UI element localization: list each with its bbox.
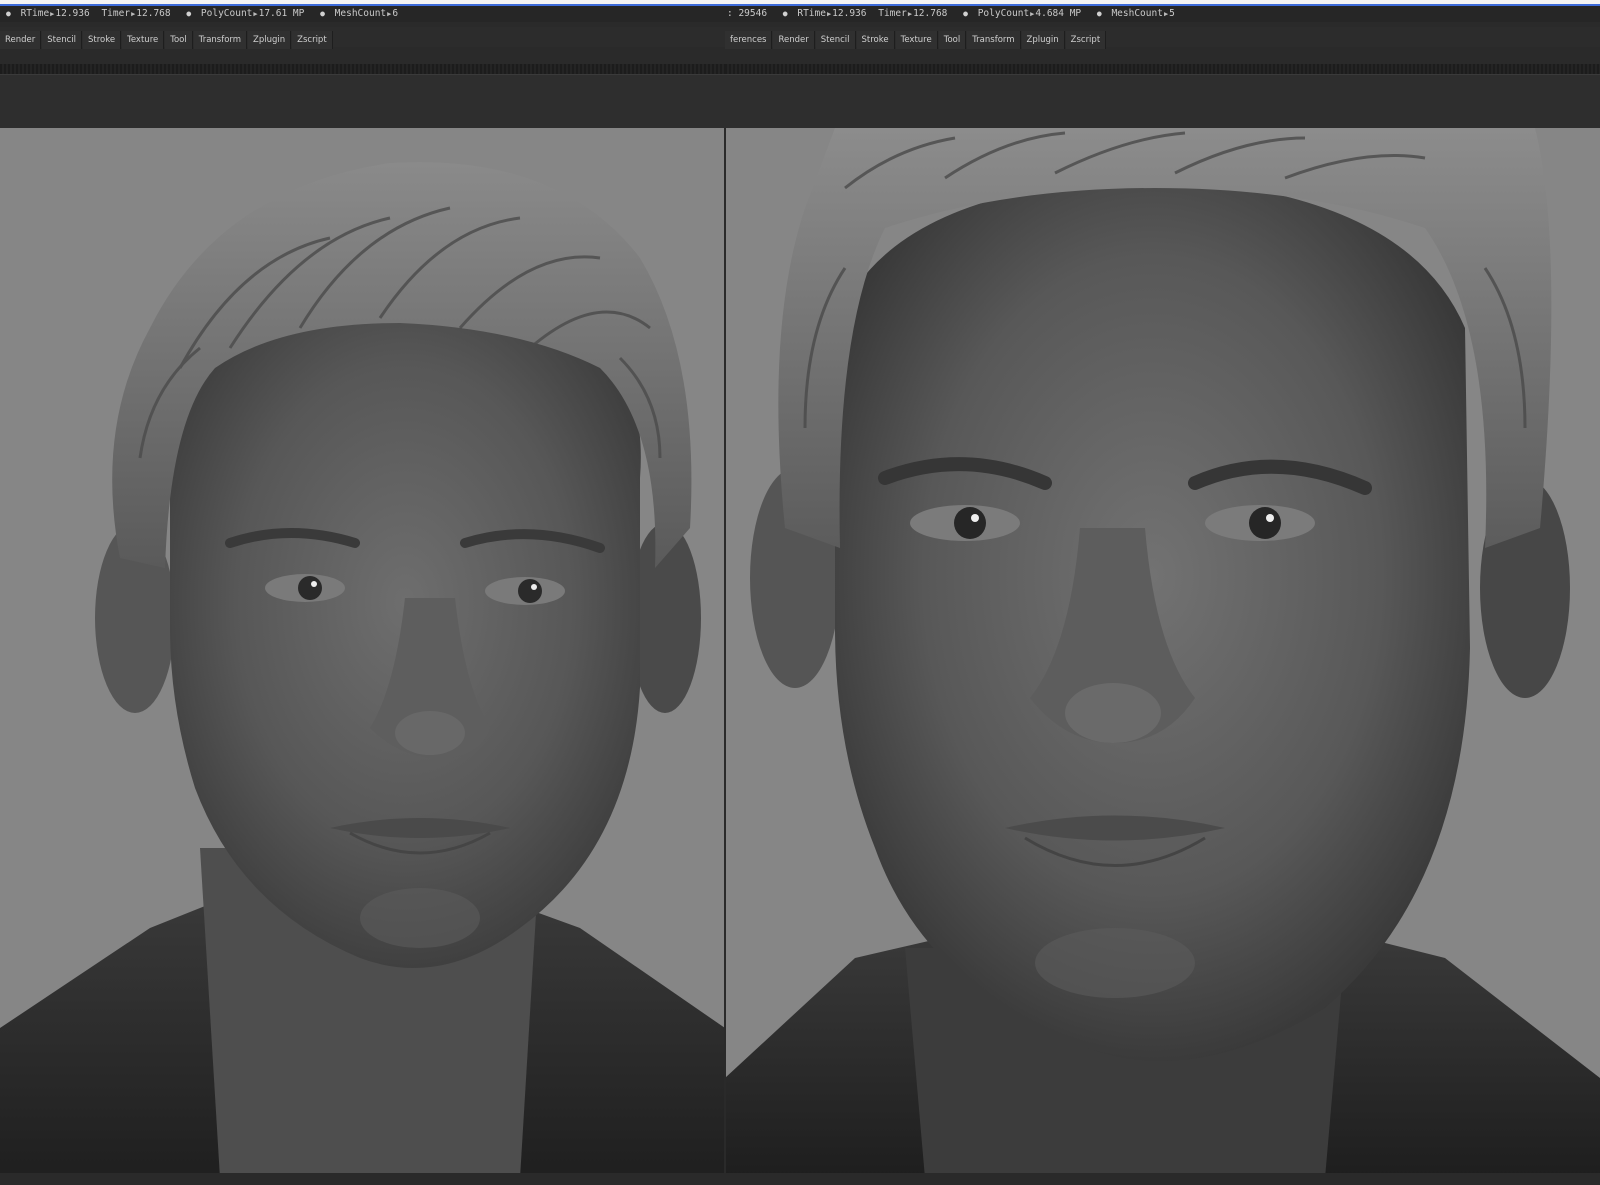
top-shelf [725, 74, 1600, 135]
shelf-separator [725, 64, 1600, 74]
menu-zplugin[interactable]: Zplugin [1021, 31, 1065, 49]
menu-transform[interactable]: Transform [193, 31, 248, 49]
menu-render[interactable]: Render [773, 31, 815, 49]
polycount-label: PolyCount [977, 8, 1030, 19]
timer-value: 12.768 [136, 8, 171, 19]
head-sculpt-front [0, 162, 725, 1178]
polycount-value: 4.684 MP [1035, 8, 1082, 19]
status-bar: : 29546 ● RTime▶12.936 Timer▶12.768 ● Po… [725, 6, 1600, 22]
shelf-separator [0, 64, 800, 74]
sculpt-viewport[interactable] [0, 128, 800, 1178]
menu-zscript[interactable]: Zscript [292, 31, 333, 49]
menu-tool[interactable]: Tool [165, 31, 193, 49]
timer-label: Timer [878, 8, 907, 19]
menu-stroke[interactable]: Stroke [856, 31, 895, 49]
main-menu-bar: Render Stencil Stroke Texture Tool Transform Z… [0, 27, 800, 49]
sculpt-viewport[interactable] [725, 128, 1600, 1178]
main-menu-bar: ferences Render Stencil Stroke Texture Tool Tr… [725, 27, 1600, 49]
menu-tool[interactable]: Tool [938, 31, 967, 49]
meshcount-value: 6 [392, 8, 399, 19]
menu-zplugin[interactable]: Zplugin [248, 31, 292, 49]
menu-stroke[interactable]: Stroke [83, 31, 122, 49]
menu-render[interactable]: Render [0, 31, 42, 49]
menu-texture[interactable]: Texture [122, 31, 165, 49]
timer-value: 12.768 [913, 8, 948, 19]
menu-stencil[interactable]: Stencil [815, 31, 856, 49]
rtime-value: 12.936 [55, 8, 90, 19]
rtime-label: RTime [797, 8, 826, 19]
left-zbrush-panel: ● RTime▶12.936 Timer▶12.768 ● PolyCount▶… [0, 6, 800, 1185]
prefix-value: : 29546 [727, 8, 768, 19]
polycount-value: 17.61 MP [258, 8, 305, 19]
menu-transform[interactable]: Transform [967, 31, 1021, 49]
menu-zscript[interactable]: Zscript [1065, 31, 1107, 49]
polycount-label: PolyCount [200, 8, 253, 19]
meshcount-label: MeshCount [1111, 8, 1163, 19]
meshcount-value: 5 [1169, 8, 1175, 19]
menu-stencil[interactable]: Stencil [42, 31, 83, 49]
menu-preferences[interactable]: ferences [725, 31, 773, 49]
right-zbrush-panel: : 29546 ● RTime▶12.936 Timer▶12.768 ● Po… [725, 6, 1600, 1185]
menu-texture[interactable]: Texture [895, 31, 938, 49]
panel-divider [724, 128, 726, 1178]
rtime-value: 12.936 [832, 8, 867, 19]
status-dot: ● [6, 9, 11, 18]
status-bar: ● RTime▶12.936 Timer▶12.768 ● PolyCount▶… [0, 6, 800, 22]
meshcount-label: MeshCount [334, 8, 387, 19]
top-shelf [0, 74, 800, 135]
window-bottom-edge [0, 1173, 1600, 1185]
head-sculpt-closeup [725, 128, 1600, 1178]
timer-label: Timer [101, 8, 131, 19]
rtime-label: RTime [20, 8, 50, 19]
